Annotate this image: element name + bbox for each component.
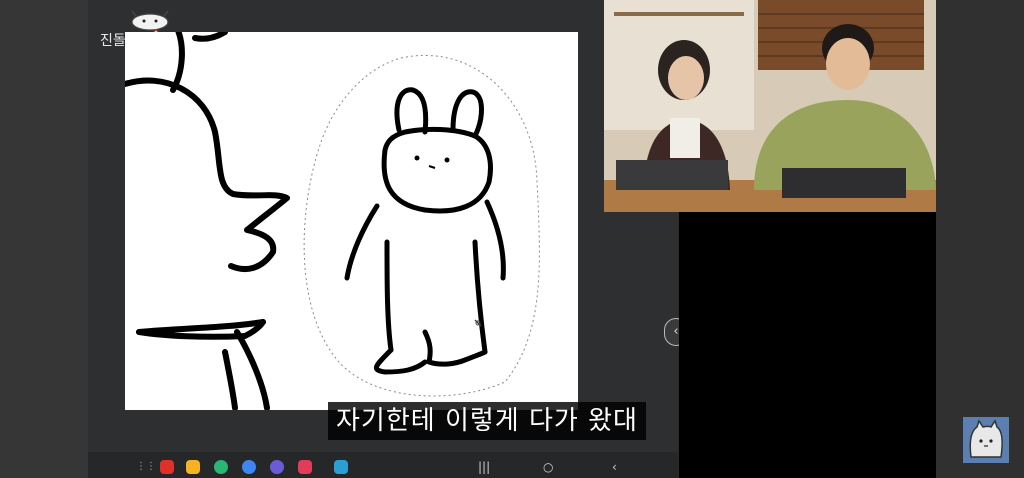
folder-icon[interactable] [186,460,200,474]
messages-icon[interactable] [242,460,256,474]
cat-avatar-icon[interactable] [963,417,1009,463]
left-margin [0,0,88,478]
flipboard-icon[interactable] [160,460,174,474]
rabbit-doodle-drawing [125,32,540,410]
webcam-feed [604,0,936,212]
drawing-canvas[interactable] [125,32,578,410]
recents-button[interactable]: ||| [478,460,490,474]
home-button[interactable]: ○ [543,460,553,474]
taskbar [88,452,678,478]
black-panel [679,212,936,478]
webcam-scene [604,0,936,212]
screen-recorder-icon[interactable] [298,460,312,474]
apps-grid-icon[interactable]: ⋮⋮ [136,460,156,474]
calendar-icon[interactable] [334,460,348,474]
right-margin [936,0,1024,478]
subtitle-caption: 자기한테 이렇게 다가 왔대 [328,402,646,440]
back-button[interactable]: ‹ [612,460,617,474]
browser-icon[interactable] [270,460,284,474]
tab-label[interactable]: 진돌 [100,30,126,50]
phone-icon[interactable] [214,460,228,474]
